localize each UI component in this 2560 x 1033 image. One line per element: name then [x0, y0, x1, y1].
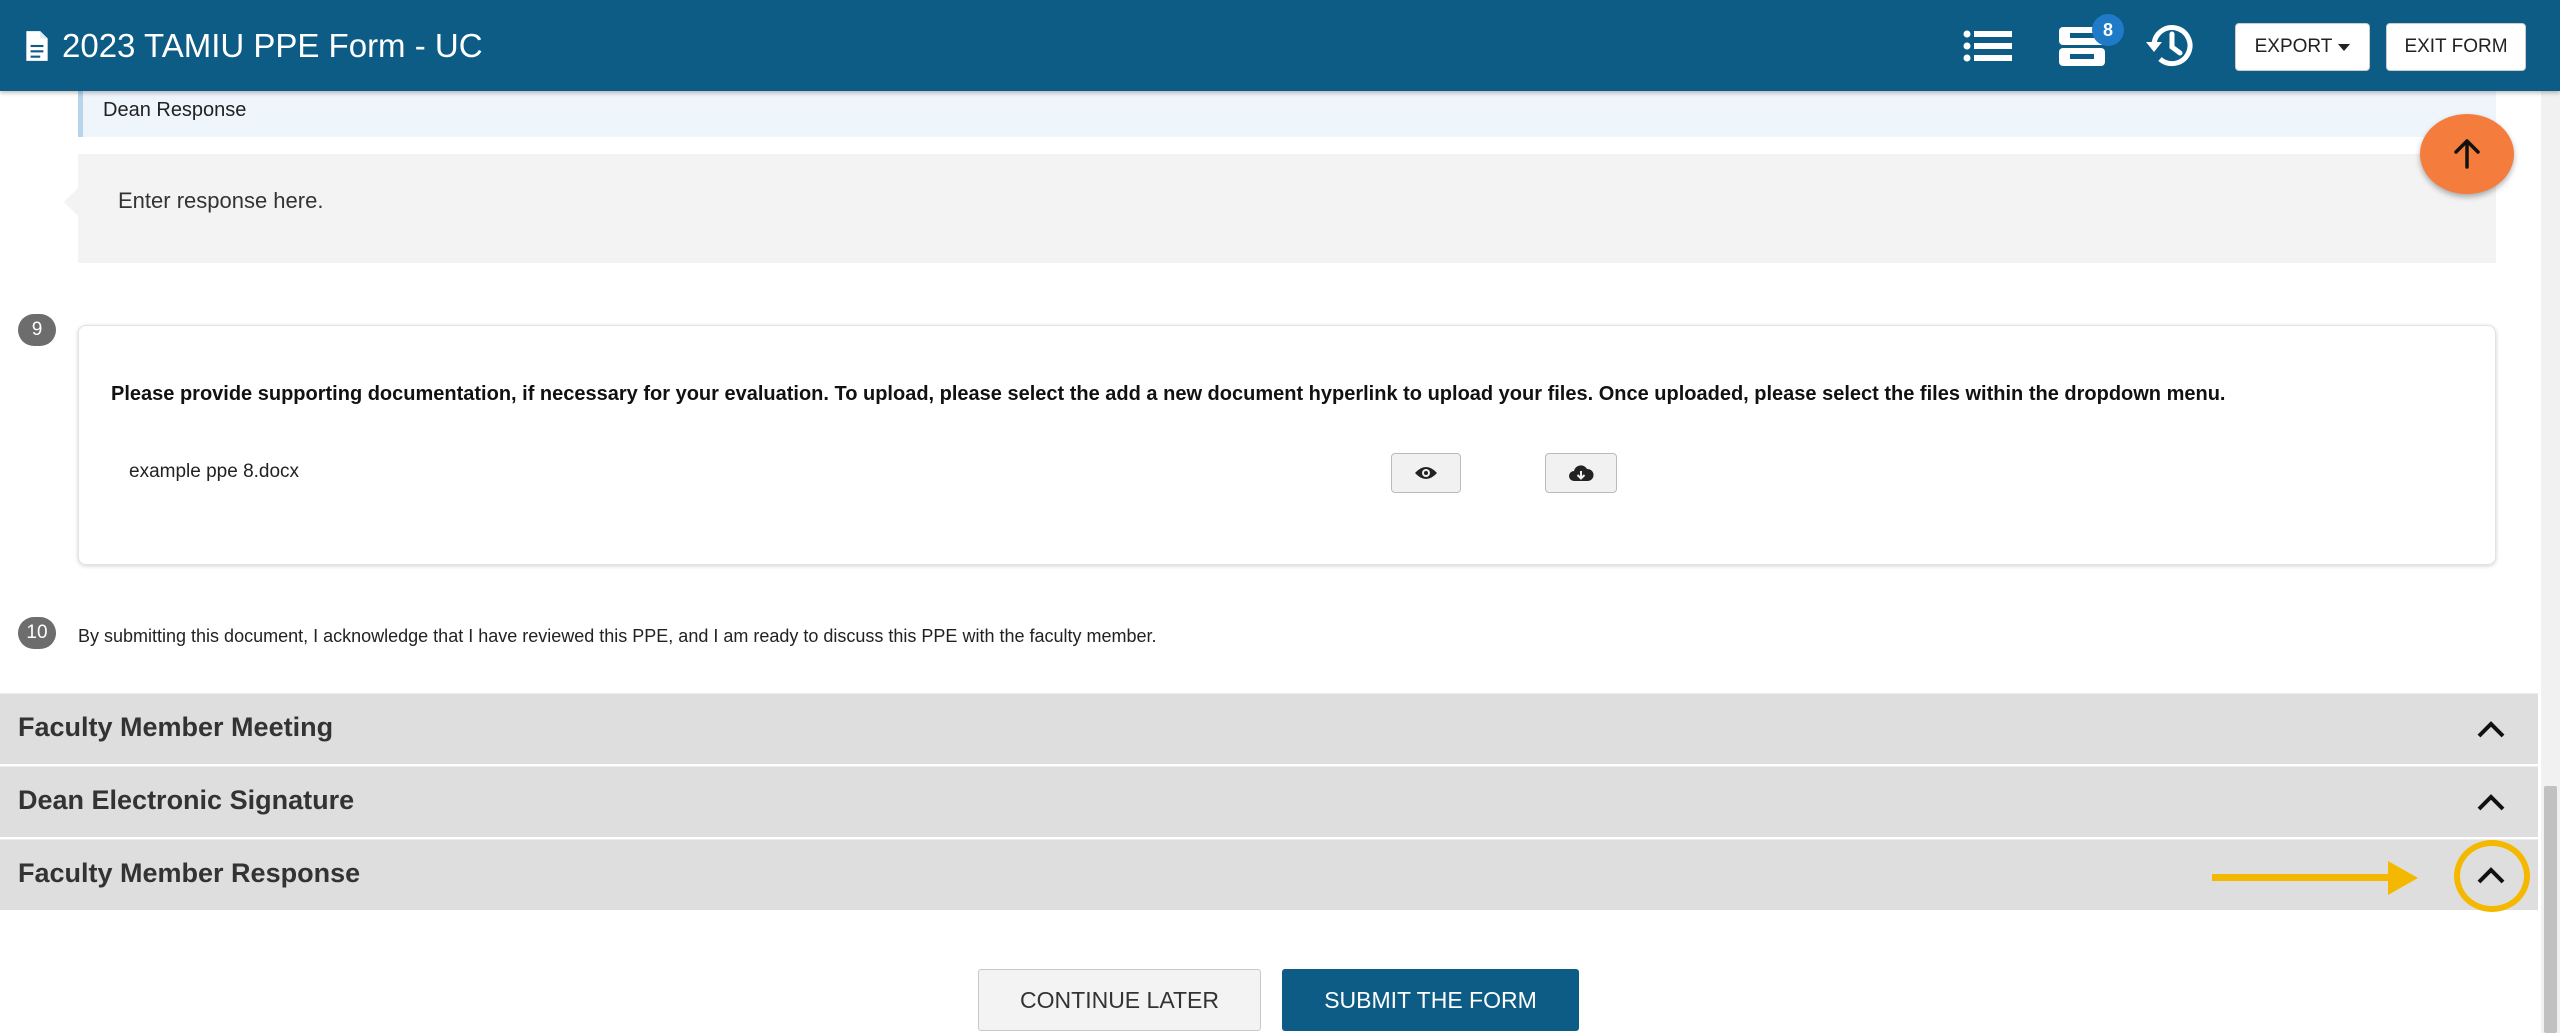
chevron-up-icon[interactable]	[2475, 716, 2507, 742]
exit-label: EXIT FORM	[2404, 36, 2508, 57]
eye-icon	[1415, 467, 1437, 479]
attached-file-name: example ppe 8.docx	[129, 461, 300, 482]
chevron-up-icon[interactable]	[2475, 789, 2507, 815]
dean-response-label-bar: Dean Response	[78, 91, 2496, 137]
section-dean-electronic-signature[interactable]: Dean Electronic Signature	[0, 766, 2538, 837]
scroll-to-top-button[interactable]	[2420, 114, 2514, 194]
view-file-button[interactable]	[1391, 453, 1461, 493]
highlight-arrow-head	[2388, 861, 2418, 895]
acknowledgement-text: By submitting this document, I acknowled…	[78, 626, 1157, 646]
arrow-up-icon	[2454, 139, 2480, 169]
document-icon	[26, 31, 48, 61]
section-label: Faculty Member Response	[18, 858, 361, 888]
continue-later-button[interactable]: CONTINUE LATER	[978, 969, 1261, 1031]
section-label: Dean Electronic Signature	[18, 785, 355, 815]
question-number-9: 9	[18, 314, 56, 346]
dean-response-label: Dean Response	[103, 99, 247, 121]
highlight-arrow-line	[2212, 874, 2392, 881]
top-header: 2023 TAMIU PPE Form - UC 8 EXPORT EXIT F…	[0, 0, 2560, 91]
section-faculty-member-meeting[interactable]: Faculty Member Meeting	[0, 693, 2538, 764]
section-label: Faculty Member Meeting	[18, 712, 334, 742]
cloud-download-icon	[1569, 465, 1594, 481]
question-9-card: Please provide supporting documentation,…	[78, 325, 2496, 565]
highlight-circle	[2454, 840, 2530, 912]
submit-form-button[interactable]: SUBMIT THE FORM	[1282, 969, 1579, 1031]
scrollbar-thumb[interactable]	[2544, 786, 2557, 1033]
exit-form-button[interactable]: EXIT FORM	[2386, 23, 2526, 71]
title-wrap: 2023 TAMIU PPE Form - UC	[24, 22, 483, 70]
download-file-button[interactable]	[1545, 453, 1617, 493]
caret-down-icon	[2338, 43, 2351, 51]
page-title: 2023 TAMIU PPE Form - UC	[62, 27, 483, 64]
dean-response-placeholder: Enter response here.	[118, 188, 324, 213]
section-faculty-member-response[interactable]: Faculty Member Response	[0, 839, 2538, 910]
question-number-10: 10	[18, 617, 56, 649]
history-icon[interactable]	[2142, 20, 2202, 72]
notification-badge: 8	[2092, 14, 2124, 46]
export-label: EXPORT	[2254, 36, 2333, 57]
response-notch	[64, 188, 78, 216]
dean-response-input[interactable]: Enter response here.	[78, 154, 2496, 263]
question-9-text: Please provide supporting documentation,…	[111, 383, 2226, 405]
export-button[interactable]: EXPORT	[2235, 23, 2370, 71]
list-icon[interactable]	[1960, 20, 2016, 72]
